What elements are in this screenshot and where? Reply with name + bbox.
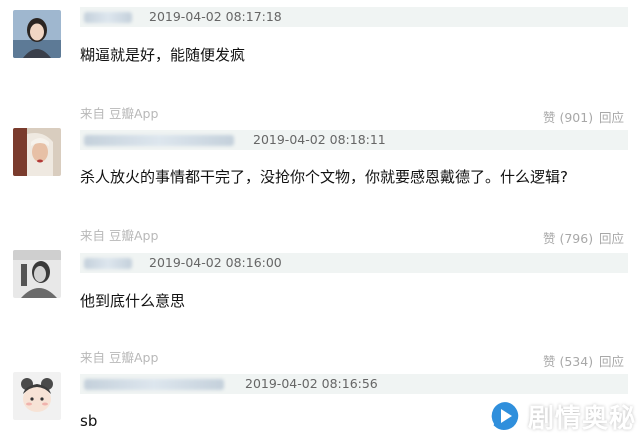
avatar-image-icon: [13, 372, 61, 420]
comment-meta-bar: 2019-04-02 08:18:11: [80, 130, 628, 150]
reply-button[interactable]: 回应: [599, 228, 624, 247]
comment-text: 他到底什么意思: [80, 292, 186, 310]
username-redacted[interactable]: [84, 258, 132, 269]
avatar[interactable]: [13, 372, 61, 420]
vote-button[interactable]: 赞 (534): [543, 351, 593, 370]
comment-meta-bar: 2019-04-02 08:17:18: [80, 7, 628, 27]
username-redacted[interactable]: [84, 12, 132, 23]
reply-button[interactable]: 回应: [599, 351, 624, 370]
source-app-link[interactable]: 豆瓣App: [109, 228, 158, 243]
avatar-image-icon: [13, 250, 61, 298]
avatar[interactable]: [13, 10, 61, 58]
comment-timestamp: 2019-04-02 08:17:18: [149, 9, 282, 24]
source-prefix: 来自: [80, 350, 106, 365]
comment-timestamp: 2019-04-02 08:18:11: [253, 132, 386, 147]
avatar[interactable]: [13, 128, 61, 176]
comment-meta-bar: 2019-04-02 08:16:56: [80, 374, 628, 394]
comment-meta-bar: 2019-04-02 08:16:00: [80, 253, 628, 273]
username-redacted[interactable]: [84, 379, 224, 390]
reply-button[interactable]: 回应: [599, 107, 624, 126]
source-app-link[interactable]: 豆瓣App: [109, 350, 158, 365]
source-prefix: 来自: [80, 106, 106, 121]
username-redacted[interactable]: [84, 135, 234, 146]
play-bubble-icon: [489, 399, 521, 432]
comment-timestamp: 2019-04-02 08:16:56: [245, 376, 378, 391]
comment-timestamp: 2019-04-02 08:16:00: [149, 255, 282, 270]
comment-text: sb: [80, 412, 98, 430]
comment-source: 来自 豆瓣App: [80, 103, 158, 122]
vote-button[interactable]: 赞 (901): [543, 107, 593, 126]
avatar[interactable]: [13, 250, 61, 298]
comment-source: 来自 豆瓣App: [80, 225, 158, 244]
comment-text: 杀人放火的事情都干完了，没抢你个文物，你就要感恩戴德了。什么逻辑?: [80, 168, 568, 186]
comment-text: 糊逼就是好，能随便发疯: [80, 46, 246, 64]
source-app-link[interactable]: 豆瓣App: [109, 106, 158, 121]
avatar-image-icon: [13, 10, 61, 58]
watermark-text: 剧情奥秘: [528, 403, 637, 434]
watermark: 剧情奥秘: [488, 396, 636, 436]
comment-source: 来自 豆瓣App: [80, 347, 158, 366]
source-prefix: 来自: [80, 228, 106, 243]
vote-button[interactable]: 赞 (796): [543, 228, 593, 247]
avatar-image-icon: [13, 128, 61, 176]
